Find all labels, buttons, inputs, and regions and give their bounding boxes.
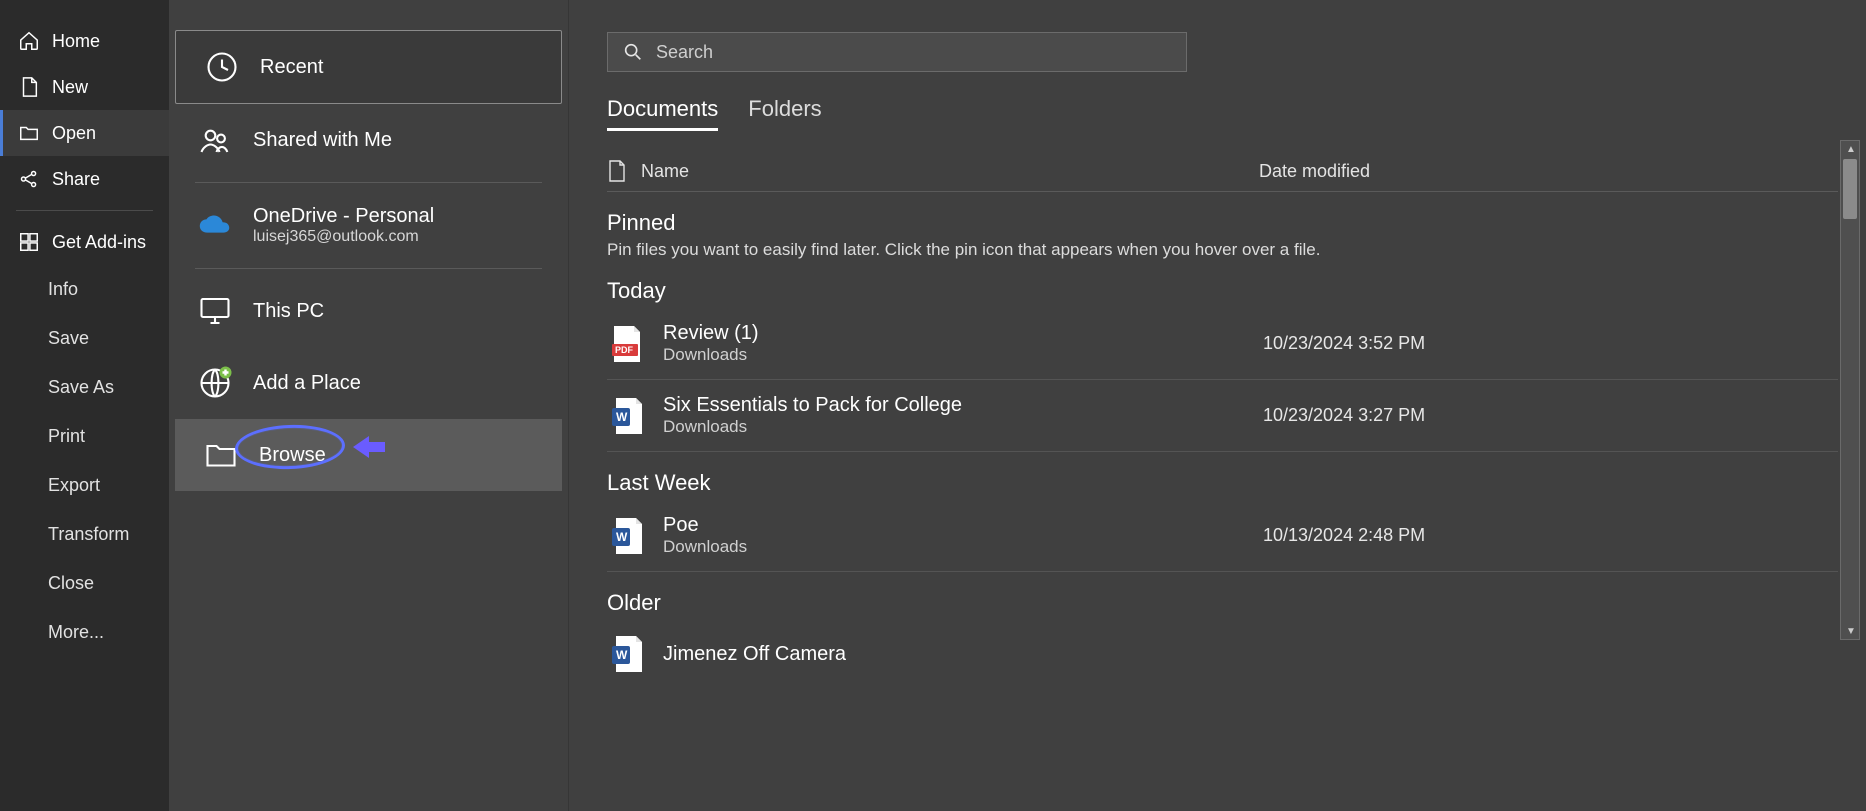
file-location: Downloads bbox=[663, 417, 1263, 437]
doc-glyph-icon bbox=[607, 159, 627, 183]
nav-addins-label: Get Add-ins bbox=[52, 232, 146, 253]
file-date: 10/23/2024 3:52 PM bbox=[1263, 333, 1425, 354]
nav-divider-1 bbox=[16, 210, 153, 211]
svg-text:W: W bbox=[616, 410, 628, 424]
tab-documents[interactable]: Documents bbox=[607, 96, 718, 131]
file-location: Downloads bbox=[663, 345, 1263, 365]
loc-recent-label: Recent bbox=[260, 56, 323, 79]
loc-onedrive[interactable]: OneDrive - Personal luisej365@outlook.co… bbox=[169, 189, 568, 262]
nav-share-label: Share bbox=[52, 169, 100, 190]
loc-shared-label: Shared with Me bbox=[253, 129, 392, 152]
main-pane: Documents Folders Name Date modified Pin… bbox=[568, 0, 1866, 811]
nav-open-label: Open bbox=[52, 123, 96, 144]
onedrive-icon bbox=[195, 206, 235, 246]
search-icon bbox=[622, 41, 644, 63]
loc-recent[interactable]: Recent bbox=[175, 30, 562, 104]
nav-home[interactable]: Home bbox=[0, 18, 169, 64]
scroll-down-icon[interactable]: ▼ bbox=[1841, 623, 1861, 639]
loc-thispc-label: This PC bbox=[253, 300, 324, 323]
section-older-title: Older bbox=[607, 590, 1838, 616]
nav-addins[interactable]: Get Add-ins bbox=[0, 219, 169, 265]
loc-addplace-label: Add a Place bbox=[253, 372, 361, 395]
nav-info[interactable]: Info bbox=[0, 265, 169, 314]
scroll-thumb[interactable] bbox=[1843, 159, 1857, 219]
loc-onedrive-title: OneDrive - Personal bbox=[253, 205, 434, 228]
docx-icon: W bbox=[607, 396, 647, 436]
new-doc-icon bbox=[18, 76, 40, 98]
section-lastweek-title: Last Week bbox=[607, 470, 1838, 496]
browse-folder-icon bbox=[201, 435, 241, 475]
file-row[interactable]: W Jimenez Off Camera bbox=[607, 620, 1838, 674]
file-tabs: Documents Folders bbox=[607, 96, 1838, 131]
date-header[interactable]: Date modified bbox=[1259, 161, 1479, 182]
locations-panel: Recent Shared with Me OneDrive - Persona… bbox=[169, 0, 568, 811]
name-header[interactable]: Name bbox=[641, 161, 689, 182]
shared-icon bbox=[195, 120, 235, 160]
nav-save[interactable]: Save bbox=[0, 314, 169, 363]
addins-icon bbox=[18, 231, 40, 253]
recent-icon bbox=[202, 47, 242, 87]
nav-print[interactable]: Print bbox=[0, 412, 169, 461]
nav-new-label: New bbox=[52, 77, 88, 98]
section-today-title: Today bbox=[607, 278, 1838, 304]
backstage-leftnav: Home New Open Share Get Add-ins bbox=[0, 0, 169, 811]
search-box[interactable] bbox=[607, 32, 1187, 72]
nav-more[interactable]: More... bbox=[0, 608, 169, 657]
file-name: Jimenez Off Camera bbox=[663, 643, 1263, 666]
loc-addplace[interactable]: Add a Place bbox=[169, 347, 568, 419]
share-icon bbox=[18, 168, 40, 190]
file-name: Review (1) bbox=[663, 322, 1263, 345]
loc-shared[interactable]: Shared with Me bbox=[169, 104, 568, 176]
file-location: Downloads bbox=[663, 537, 1263, 557]
nav-close[interactable]: Close bbox=[0, 559, 169, 608]
docx-icon: W bbox=[607, 516, 647, 556]
svg-text:W: W bbox=[616, 648, 628, 662]
nav-home-label: Home bbox=[52, 31, 100, 52]
svg-text:W: W bbox=[616, 530, 628, 544]
svg-text:PDF: PDF bbox=[615, 345, 634, 355]
nav-transform[interactable]: Transform bbox=[0, 510, 169, 559]
file-name: Six Essentials to Pack for College bbox=[663, 394, 1263, 417]
loc-divider-1 bbox=[195, 182, 542, 183]
section-pinned-title: Pinned bbox=[607, 210, 1838, 236]
docx-icon: W bbox=[607, 634, 647, 674]
file-row[interactable]: PDF Review (1) Downloads 10/23/2024 3:52… bbox=[607, 308, 1838, 380]
nav-new[interactable]: New bbox=[0, 64, 169, 110]
pdf-icon: PDF bbox=[607, 324, 647, 364]
file-row[interactable]: W Poe Downloads 10/13/2024 2:48 PM bbox=[607, 500, 1838, 572]
file-date: 10/23/2024 3:27 PM bbox=[1263, 405, 1425, 426]
home-icon bbox=[18, 30, 40, 52]
nav-open[interactable]: Open bbox=[0, 110, 169, 156]
nav-share[interactable]: Share bbox=[0, 156, 169, 202]
section-pinned-help: Pin files you want to easily find later.… bbox=[607, 240, 1838, 260]
table-header: Name Date modified bbox=[607, 151, 1838, 192]
addplace-icon bbox=[195, 363, 235, 403]
nav-saveas[interactable]: Save As bbox=[0, 363, 169, 412]
app-root: Home New Open Share Get Add-ins bbox=[0, 0, 1866, 811]
file-row[interactable]: W Six Essentials to Pack for College Dow… bbox=[607, 380, 1838, 452]
scroll-up-icon[interactable]: ▲ bbox=[1841, 141, 1861, 157]
search-input[interactable] bbox=[656, 42, 1172, 63]
open-folder-icon bbox=[18, 122, 40, 144]
loc-onedrive-sub: luisej365@outlook.com bbox=[253, 228, 434, 246]
tab-folders[interactable]: Folders bbox=[748, 96, 821, 131]
vertical-scrollbar[interactable]: ▲ ▼ bbox=[1840, 140, 1860, 640]
file-date: 10/13/2024 2:48 PM bbox=[1263, 525, 1425, 546]
nav-export[interactable]: Export bbox=[0, 461, 169, 510]
annotation-arrow-icon bbox=[351, 434, 387, 460]
loc-divider-2 bbox=[195, 268, 542, 269]
loc-browse-label: Browse bbox=[259, 444, 326, 467]
file-name: Poe bbox=[663, 514, 1263, 537]
loc-thispc[interactable]: This PC bbox=[169, 275, 568, 347]
thispc-icon bbox=[195, 291, 235, 331]
loc-browse[interactable]: Browse bbox=[175, 419, 562, 491]
